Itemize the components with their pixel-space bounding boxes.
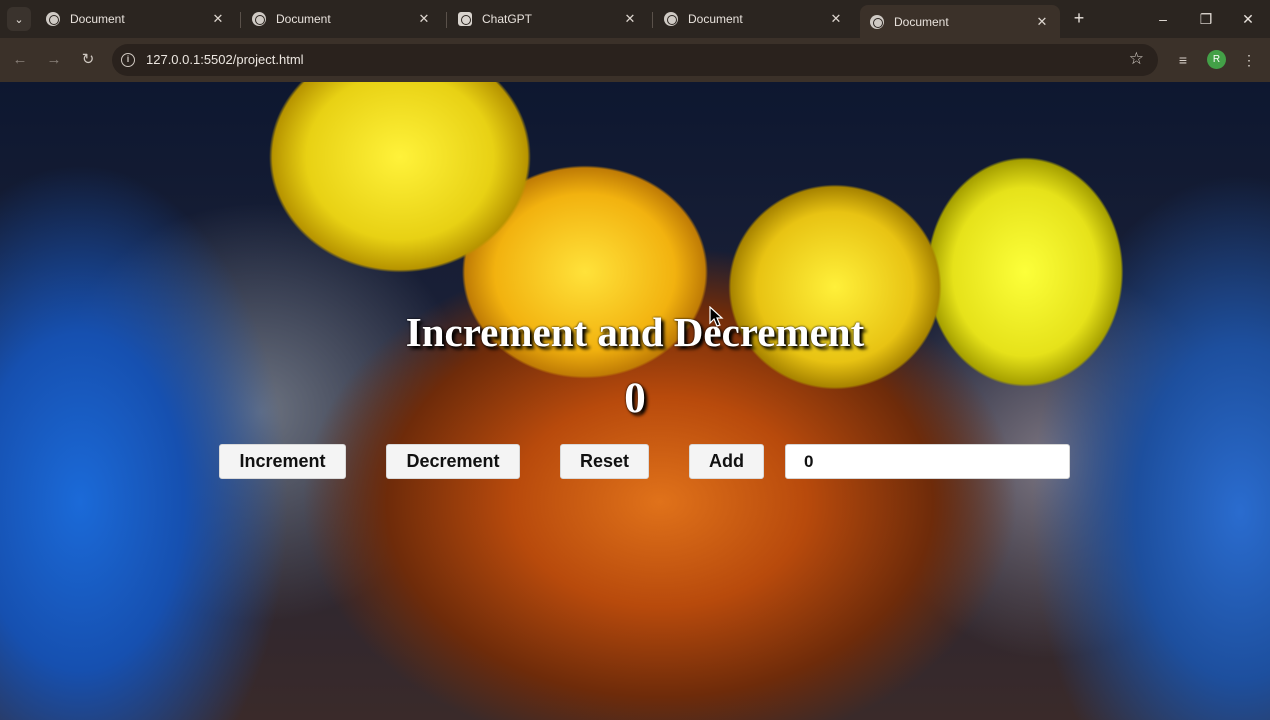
tab-close-icon[interactable]: ✕ <box>416 11 432 27</box>
tab-close-icon[interactable]: ✕ <box>622 11 638 27</box>
tab-title: Document <box>276 12 331 26</box>
tab-title: ChatGPT <box>482 12 533 26</box>
site-info-icon[interactable]: i <box>121 53 135 67</box>
forward-arrow-icon[interactable]: → <box>42 48 66 72</box>
tab-close-icon[interactable]: ✕ <box>210 11 226 27</box>
add-amount-input[interactable] <box>785 444 1070 479</box>
globe-icon <box>664 12 678 26</box>
back-arrow-icon[interactable]: ← <box>8 48 32 72</box>
bookmark-star-icon[interactable]: ☆ <box>1129 49 1144 69</box>
tab-document-2[interactable]: Document ✕ <box>242 5 442 33</box>
page-viewport: Increment and Decrement 0 Increment Decr… <box>0 82 1270 720</box>
tab-title: Document <box>688 12 743 26</box>
tab-title: Document <box>894 14 949 29</box>
tab-separator <box>446 12 447 28</box>
browser-tab-strip: ⌄ Document ✕ Document ✕ ChatGPT ✕ Docume… <box>0 0 1270 38</box>
profile-avatar[interactable]: R <box>1207 50 1226 69</box>
decrement-button[interactable]: Decrement <box>386 444 520 479</box>
mouse-cursor-icon <box>709 306 724 327</box>
restore-window-icon[interactable]: ❐ <box>1192 6 1220 32</box>
minimize-icon[interactable]: – <box>1149 6 1177 32</box>
tab-search-chevron-icon[interactable]: ⌄ <box>7 7 31 31</box>
reading-list-icon[interactable]: ≡ <box>1171 48 1195 72</box>
tab-document-1[interactable]: Document ✕ <box>36 5 236 33</box>
tab-chatgpt[interactable]: ChatGPT ✕ <box>448 5 648 33</box>
tab-separator <box>652 12 653 28</box>
browser-toolbar: ← → ↻ i 127.0.0.1:5502/project.html ☆ ≡ … <box>0 38 1270 82</box>
add-button[interactable]: Add <box>689 444 764 479</box>
close-window-icon[interactable]: ✕ <box>1234 6 1262 32</box>
increment-button[interactable]: Increment <box>219 444 346 479</box>
tab-close-icon[interactable]: ✕ <box>828 11 844 27</box>
page-heading: Increment and Decrement <box>405 309 865 355</box>
globe-icon <box>46 12 60 26</box>
tab-document-active[interactable]: Document ✕ <box>860 5 1060 38</box>
new-tab-plus-icon[interactable]: + <box>1068 8 1090 30</box>
globe-icon <box>252 12 266 26</box>
tab-title: Document <box>70 12 125 26</box>
chatgpt-icon <box>458 12 472 26</box>
tab-document-3[interactable]: Document ✕ <box>654 5 854 33</box>
tab-separator <box>240 12 241 28</box>
more-menu-icon[interactable]: ⋮ <box>1237 48 1261 72</box>
reset-button[interactable]: Reset <box>560 444 649 479</box>
globe-icon <box>870 14 884 29</box>
tab-close-icon[interactable]: ✕ <box>1034 14 1050 30</box>
address-bar[interactable]: i 127.0.0.1:5502/project.html ☆ <box>112 44 1158 76</box>
reload-icon[interactable]: ↻ <box>76 48 100 72</box>
counter-value: 0 <box>624 375 646 422</box>
address-bar-url: 127.0.0.1:5502/project.html <box>146 52 304 67</box>
